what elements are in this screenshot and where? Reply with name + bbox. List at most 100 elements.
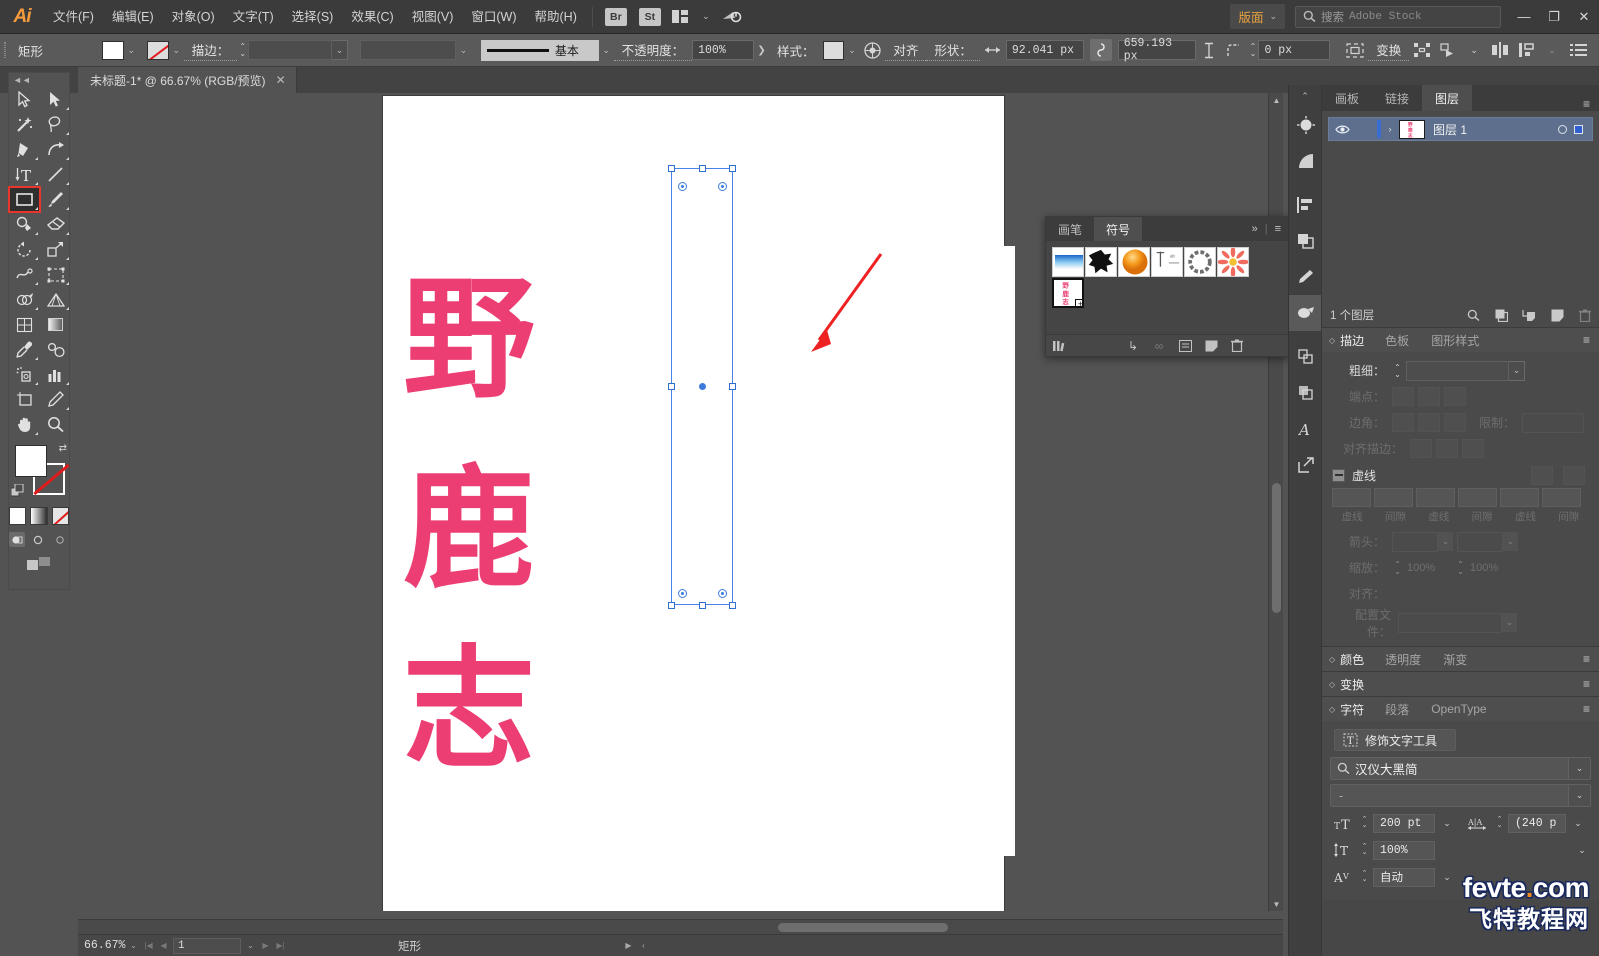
swap-fill-stroke-icon[interactable]: ⇄ — [59, 443, 67, 454]
scale-tool[interactable] — [40, 237, 71, 262]
leading-dropdown-icon[interactable]: ⌄ — [1569, 814, 1587, 833]
select-similar-icon[interactable] — [1435, 34, 1461, 67]
vertical-scale-stepper[interactable]: ⌃ ⌄ — [1359, 843, 1370, 856]
asset-export-icon[interactable] — [1289, 447, 1322, 483]
menu-effect[interactable]: 效果(C) — [342, 0, 402, 34]
selection-handle-top-left[interactable] — [668, 165, 675, 172]
glyphs-panel-icon[interactable]: A — [1289, 411, 1322, 447]
path-anchor-top-right[interactable] — [718, 182, 727, 191]
gap-field-1[interactable] — [1374, 488, 1413, 507]
artboard-dropdown-icon[interactable]: ⌄ — [243, 941, 258, 950]
swap-arrowheads-button[interactable] — [1528, 532, 1550, 551]
workspace-switcher[interactable]: 版面 ⌄ — [1230, 4, 1285, 29]
maximize-button[interactable]: ❐ — [1539, 0, 1569, 34]
scroll-down-icon[interactable]: ▼ — [1269, 897, 1284, 911]
gap-field-2[interactable] — [1458, 488, 1497, 507]
document-setup-icon[interactable] — [1565, 34, 1591, 67]
butt-cap-button[interactable] — [1392, 387, 1414, 406]
tab-graphic-styles[interactable]: 图形样式 — [1420, 332, 1490, 349]
canvas-horizontal-scrollbar[interactable] — [78, 919, 1283, 934]
blend-tool[interactable] — [40, 337, 71, 362]
kerning-stepper[interactable]: ⌃ ⌄ — [1359, 870, 1370, 883]
dash-preserve-exact-button[interactable] — [1531, 465, 1553, 485]
horizontal-scroll-thumb[interactable] — [778, 923, 948, 932]
expand-panel-icon[interactable]: » — [1252, 223, 1258, 235]
arrow-scale-end-value[interactable]: 100% — [1466, 562, 1518, 574]
corner-radius-field[interactable]: 0 px — [1258, 40, 1331, 60]
tab-transform[interactable]: 变换 — [1340, 676, 1374, 693]
control-bar-grip[interactable] — [0, 34, 10, 67]
line-segment-tool[interactable] — [40, 162, 71, 187]
corner-radius-stepper[interactable]: ⌃ ⌄ — [1247, 40, 1258, 60]
color-guide-icon[interactable] — [1289, 143, 1322, 179]
graphic-styles-rail-icon[interactable] — [1289, 375, 1322, 411]
arrowhead-end-dropdown-icon[interactable]: ⌄ — [1503, 532, 1518, 551]
stock-search-input[interactable]: 搜索 Adobe Stock — [1295, 5, 1501, 28]
sun-burst-icon[interactable] — [1289, 107, 1322, 143]
arrowhead-end-field[interactable] — [1457, 531, 1503, 552]
profile-dropdown-icon[interactable]: ⌄ — [1502, 613, 1517, 632]
link-arrow-scales-button[interactable] — [1518, 558, 1540, 577]
opacity-field[interactable]: 100% — [692, 40, 755, 60]
scroll-up-icon[interactable]: ▲ — [1269, 93, 1284, 107]
vertical-scale-dropdown-icon[interactable]: ⌄ — [1573, 841, 1591, 860]
zoom-level-field[interactable]: 66.67% — [78, 939, 126, 952]
panel-grip-icon[interactable]: ◇ — [1322, 705, 1340, 714]
last-artboard-icon[interactable]: ▶| — [273, 941, 288, 950]
screen-mode-button[interactable] — [9, 557, 69, 571]
menu-window[interactable]: 窗口(W) — [462, 0, 525, 34]
delete-layer-icon[interactable] — [1571, 309, 1599, 322]
first-artboard-icon[interactable]: |◀ — [141, 941, 156, 950]
align-options-chevron-icon[interactable]: ⌄ — [1539, 34, 1565, 67]
vertical-scale-field[interactable]: 100% — [1373, 840, 1435, 860]
status-flyout-icon[interactable]: ▶ — [621, 941, 636, 950]
symbol-rope-ring[interactable] — [1184, 247, 1216, 277]
place-arrow-button[interactable] — [1418, 584, 1440, 603]
dashed-line-checkbox[interactable] — [1332, 468, 1345, 482]
flip-across-button[interactable] — [1551, 613, 1573, 632]
lasso-tool[interactable] — [40, 112, 71, 137]
appearance-panel-icon[interactable] — [1289, 339, 1322, 375]
symbol-flower[interactable] — [1217, 247, 1249, 277]
tab-character[interactable]: 字符 — [1340, 701, 1374, 718]
dash-field-1[interactable] — [1332, 488, 1371, 507]
arrow-scale-end-stepper[interactable]: ⌃ ⌄ — [1455, 558, 1466, 578]
round-cap-button[interactable] — [1418, 387, 1440, 406]
panel-grip-icon[interactable]: ◇ — [1322, 655, 1340, 664]
color-mode-button[interactable] — [9, 507, 27, 525]
variable-width-profile-field[interactable] — [360, 40, 456, 60]
zoom-tool[interactable] — [40, 412, 71, 437]
stock-icon[interactable]: St — [638, 7, 661, 26]
fill-swatch[interactable] — [101, 40, 124, 60]
symbol-ruler[interactable]: ab — [1151, 247, 1183, 277]
stroke-weight-label[interactable]: 描边： — [183, 40, 238, 61]
artboard-number-field[interactable]: 1 — [173, 937, 241, 954]
make-clipping-mask-icon[interactable] — [1487, 309, 1515, 322]
dash-field-3[interactable] — [1500, 488, 1539, 507]
draw-behind-icon[interactable] — [31, 532, 47, 547]
none-mode-button[interactable] — [51, 507, 69, 525]
tools-collapse-button[interactable]: ◄◄ — [9, 73, 69, 87]
menu-view[interactable]: 视图(V) — [403, 0, 463, 34]
selection-handle-middle-left[interactable] — [668, 383, 675, 390]
panel-grip-icon[interactable]: ◇ — [1322, 336, 1340, 345]
artwork-character-1[interactable]: 野 — [403, 274, 535, 406]
stroke-weight-stepper[interactable]: ⌃ ⌄ — [1392, 361, 1403, 381]
shaper-tool[interactable] — [9, 212, 40, 237]
align-objects-icon[interactable] — [1409, 34, 1435, 67]
transform-panel-header[interactable]: ◇ 变换 ≡ — [1322, 672, 1599, 696]
dash-field-2[interactable] — [1416, 488, 1455, 507]
selection-tool[interactable] — [9, 87, 40, 112]
symbol-sprayer-tool[interactable] — [9, 362, 40, 387]
artwork-character-3[interactable]: 志 — [403, 644, 535, 776]
character-panel-menu-icon[interactable]: ≡ — [1583, 702, 1599, 716]
slice-tool[interactable] — [40, 387, 71, 412]
flip-along-button[interactable] — [1525, 613, 1547, 632]
menu-help[interactable]: 帮助(H) — [526, 0, 586, 34]
menu-type[interactable]: 文字(T) — [224, 0, 283, 34]
font-size-dropdown-icon[interactable]: ⌄ — [1438, 814, 1456, 833]
next-artboard-icon[interactable]: ▶ — [258, 941, 273, 950]
layer-name[interactable]: 图层 1 — [1425, 121, 1467, 138]
tab-opentype[interactable]: OpenType — [1420, 702, 1497, 716]
mesh-tool[interactable] — [9, 312, 40, 337]
